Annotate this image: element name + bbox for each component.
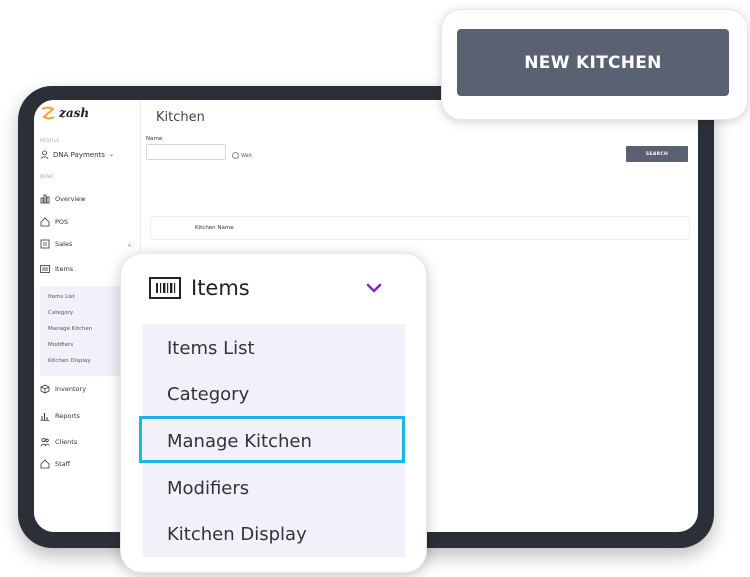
menu-item-modifiers[interactable]: Modifiers bbox=[167, 478, 249, 499]
sidebar-item-label: Staff bbox=[55, 460, 71, 468]
account-name: DNA Payments bbox=[53, 150, 105, 159]
sidebar-item-label: Items bbox=[55, 265, 74, 273]
items-submenu-list: Items List Category Manage Kitchen Modif… bbox=[139, 324, 405, 557]
column-header-kitchen-name: Kitchen Name bbox=[195, 225, 234, 231]
profile-section-label: PROFILE bbox=[40, 138, 60, 143]
submenu-item-items-list[interactable]: Items List bbox=[48, 294, 75, 300]
radio-button[interactable] bbox=[232, 152, 239, 159]
box-icon bbox=[40, 384, 50, 394]
sidebar-item-reports[interactable]: Reports bbox=[40, 411, 132, 421]
account-selector[interactable]: DNA Payments ⌄ bbox=[40, 150, 114, 159]
sidebar-item-inventory[interactable]: Inventory bbox=[40, 384, 132, 394]
menu-item-kitchen-display[interactable]: Kitchen Display bbox=[167, 524, 307, 545]
zash-logo-icon bbox=[41, 106, 55, 120]
clients-icon bbox=[40, 437, 50, 447]
sidebar-item-staff[interactable]: Staff bbox=[40, 459, 132, 469]
submenu-item-manage-kitchen[interactable]: Manage Kitchen bbox=[48, 326, 92, 332]
home-icon bbox=[40, 217, 50, 227]
submenu-item-modifiers[interactable]: Modifiers bbox=[48, 342, 73, 348]
name-filter-input[interactable] bbox=[146, 144, 226, 160]
menu-item-manage-kitchen[interactable]: Manage Kitchen bbox=[167, 431, 312, 452]
new-kitchen-callout: NEW KITCHEN bbox=[441, 9, 748, 120]
chevron-down-icon[interactable] bbox=[366, 282, 382, 294]
sidebar-item-pos[interactable]: POS bbox=[40, 217, 132, 227]
user-icon bbox=[40, 150, 49, 159]
sidebar-item-clients[interactable]: Clients bbox=[40, 437, 132, 447]
page-title: Kitchen bbox=[156, 110, 205, 125]
sidebar-item-items[interactable]: Items bbox=[40, 264, 132, 274]
items-menu-callout: Items Items List Category Manage Kitchen… bbox=[120, 253, 427, 573]
brand-name: zash bbox=[59, 106, 90, 120]
items-menu-header[interactable]: Items bbox=[149, 276, 250, 300]
overview-icon bbox=[40, 194, 50, 204]
sales-icon bbox=[40, 239, 50, 249]
kitchen-table-header: Kitchen Name bbox=[150, 216, 690, 240]
sidebar-item-sales[interactable]: Sales ⌄ bbox=[40, 239, 132, 249]
search-button[interactable]: SEARCH bbox=[626, 146, 688, 162]
chevron-down-icon: ⌄ bbox=[126, 240, 132, 248]
home-icon bbox=[40, 459, 50, 469]
barcode-icon bbox=[149, 277, 181, 299]
menu-item-items-list[interactable]: Items List bbox=[167, 338, 255, 359]
submenu-item-category[interactable]: Category bbox=[48, 310, 73, 316]
new-kitchen-button[interactable]: NEW KITCHEN bbox=[457, 29, 729, 96]
name-filter-label: Name bbox=[146, 136, 163, 142]
sidebar-item-overview[interactable]: Overview bbox=[40, 194, 132, 204]
chevron-down-icon: ⌄ bbox=[108, 151, 114, 158]
brand-logo[interactable]: zash bbox=[40, 106, 89, 120]
menu-item-category[interactable]: Category bbox=[167, 384, 249, 405]
radio-label: Wait bbox=[241, 152, 253, 159]
barcode-icon bbox=[40, 265, 50, 273]
wait-radio-option[interactable]: Wait bbox=[232, 152, 252, 159]
items-menu-title: Items bbox=[191, 276, 250, 300]
submenu-item-kitchen-display[interactable]: Kitchen Display bbox=[48, 358, 91, 364]
sidebar-item-label: POS bbox=[55, 218, 69, 226]
menu-section-label: MENU bbox=[40, 174, 54, 179]
sidebar-item-label: Overview bbox=[55, 195, 86, 203]
sidebar-item-label: Inventory bbox=[55, 385, 87, 393]
sidebar-item-label: Sales bbox=[55, 240, 73, 248]
chart-icon bbox=[40, 413, 50, 421]
sidebar-item-label: Reports bbox=[55, 412, 80, 420]
sidebar-item-label: Clients bbox=[55, 438, 78, 446]
